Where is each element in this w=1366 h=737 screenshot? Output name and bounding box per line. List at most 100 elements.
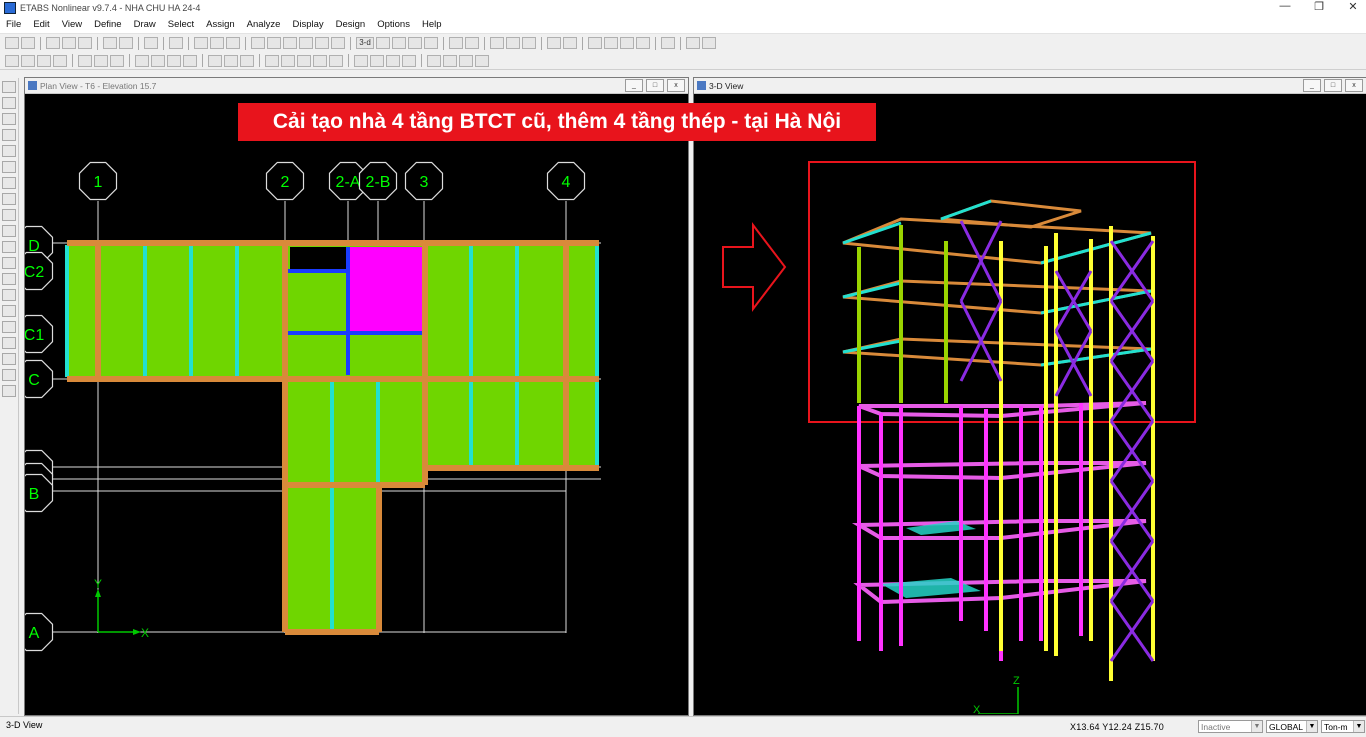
object-shrink-icon[interactable] bbox=[490, 37, 504, 49]
display-options-icon[interactable] bbox=[522, 37, 536, 49]
spandrel-label-icon[interactable] bbox=[167, 54, 181, 67]
frame-load-icon[interactable] bbox=[240, 54, 254, 67]
snap-perp-icon[interactable] bbox=[2, 353, 16, 365]
draw-brace-icon[interactable] bbox=[2, 161, 16, 173]
pier-label-icon[interactable] bbox=[151, 54, 165, 67]
reshape-icon[interactable] bbox=[21, 54, 35, 67]
pane3d-maximize-button[interactable]: □ bbox=[1324, 79, 1342, 92]
draw-dimension-icon[interactable] bbox=[2, 273, 16, 285]
reshape-tool-icon[interactable] bbox=[2, 97, 16, 109]
zoom-fit-icon[interactable] bbox=[331, 37, 345, 49]
plan-view-window[interactable]: Plan View - T6 - Elevation 15.7 _ □ x Y … bbox=[24, 77, 689, 716]
pane3d-minimize-button[interactable]: _ bbox=[1303, 79, 1321, 92]
export-icon[interactable] bbox=[702, 37, 716, 49]
draw-opening-icon[interactable] bbox=[2, 209, 16, 221]
display-loads-icon[interactable] bbox=[297, 54, 311, 67]
draw-area-icon[interactable] bbox=[2, 177, 16, 189]
move-up-icon[interactable] bbox=[449, 37, 463, 49]
zoom-restore-icon[interactable] bbox=[267, 37, 281, 49]
text-icon[interactable] bbox=[265, 54, 279, 67]
table-icon[interactable] bbox=[427, 54, 441, 67]
view3d-canvas[interactable]: Z X bbox=[694, 94, 1366, 714]
lock-icon[interactable] bbox=[169, 37, 183, 49]
minimize-button[interactable]: — bbox=[1278, 0, 1292, 13]
plan-view-icon[interactable] bbox=[376, 37, 390, 49]
draw-section-icon[interactable] bbox=[2, 289, 16, 301]
pane-minimize-button[interactable]: _ bbox=[625, 79, 643, 92]
pane-close-button[interactable]: x bbox=[667, 79, 685, 92]
snap-end-icon[interactable] bbox=[2, 305, 16, 317]
brace-icon[interactable] bbox=[604, 37, 618, 49]
menu-edit[interactable]: Edit bbox=[27, 19, 55, 30]
menu-define[interactable]: Define bbox=[88, 19, 127, 30]
undo-icon[interactable] bbox=[103, 37, 117, 49]
select-all-icon[interactable] bbox=[37, 54, 51, 67]
dimension-icon[interactable] bbox=[281, 54, 295, 67]
menu-select[interactable]: Select bbox=[162, 19, 200, 30]
refresh-icon[interactable] bbox=[226, 37, 240, 49]
frame-release-icon[interactable] bbox=[135, 54, 149, 67]
zoom-in-icon[interactable] bbox=[283, 37, 297, 49]
frame-icon[interactable] bbox=[588, 37, 602, 49]
open-file-icon[interactable] bbox=[21, 37, 35, 49]
pane-maximize-button[interactable]: □ bbox=[646, 79, 664, 92]
pointer-icon[interactable] bbox=[210, 37, 224, 49]
zoom-window-icon[interactable] bbox=[251, 37, 265, 49]
restore-button[interactable]: ❐ bbox=[1312, 0, 1326, 13]
run-analysis-icon[interactable] bbox=[194, 37, 208, 49]
draw-column-icon[interactable] bbox=[2, 145, 16, 157]
deselect-icon[interactable] bbox=[53, 54, 67, 67]
composite-design-icon[interactable] bbox=[386, 54, 400, 67]
set-elements-icon[interactable] bbox=[506, 37, 520, 49]
wall-design-icon[interactable] bbox=[402, 54, 416, 67]
snap-mid-icon[interactable] bbox=[2, 321, 16, 333]
print-icon[interactable] bbox=[62, 37, 76, 49]
plan-view-canvas[interactable]: Y X 122-A2-B34 DC2C1CB2B1BA bbox=[25, 94, 688, 714]
move-down-icon[interactable] bbox=[465, 37, 479, 49]
snap-icon[interactable] bbox=[547, 37, 561, 49]
animate-icon[interactable] bbox=[459, 54, 473, 67]
wall-icon[interactable] bbox=[620, 37, 634, 49]
forces-icon[interactable] bbox=[329, 54, 343, 67]
state-select[interactable]: Inactive ▼ bbox=[1198, 720, 1263, 733]
draw-rect-icon[interactable] bbox=[2, 225, 16, 237]
menu-view[interactable]: View bbox=[56, 19, 88, 30]
save-icon[interactable] bbox=[46, 37, 60, 49]
view3d-window[interactable]: 3-D View _ □ x Z X bbox=[693, 77, 1366, 716]
menu-help[interactable]: Help bbox=[416, 19, 448, 30]
draw-wall-icon[interactable] bbox=[2, 193, 16, 205]
lightning-icon[interactable] bbox=[661, 37, 675, 49]
assign-section-icon[interactable] bbox=[94, 54, 108, 67]
snap-options-icon[interactable] bbox=[563, 37, 577, 49]
report-icon[interactable] bbox=[686, 37, 700, 49]
zoom-out-icon[interactable] bbox=[299, 37, 313, 49]
coord-system-select[interactable]: GLOBAL ▼ bbox=[1266, 720, 1318, 733]
pane3d-close-button[interactable]: x bbox=[1345, 79, 1363, 92]
rotate-icon[interactable] bbox=[408, 37, 422, 49]
draw-line-icon[interactable] bbox=[2, 113, 16, 125]
menu-design[interactable]: Design bbox=[330, 19, 372, 30]
joint-load-icon[interactable] bbox=[224, 54, 238, 67]
snap-grid-icon[interactable] bbox=[2, 369, 16, 381]
steel-design-icon[interactable] bbox=[354, 54, 368, 67]
mesh-icon[interactable] bbox=[183, 54, 197, 67]
pointer-tool-icon[interactable] bbox=[2, 81, 16, 93]
view-3d-button[interactable]: 3-d bbox=[356, 37, 374, 49]
snap-intersect-icon[interactable] bbox=[2, 337, 16, 349]
draw-point-icon[interactable] bbox=[2, 257, 16, 269]
redo-icon[interactable] bbox=[119, 37, 133, 49]
settings-icon[interactable] bbox=[475, 54, 489, 67]
column-icon[interactable] bbox=[208, 54, 222, 67]
diaphragm-icon[interactable] bbox=[110, 54, 124, 67]
concrete-design-icon[interactable] bbox=[370, 54, 384, 67]
menu-file[interactable]: File bbox=[0, 19, 27, 30]
pencil-icon[interactable] bbox=[144, 37, 158, 49]
menu-analyze[interactable]: Analyze bbox=[241, 19, 287, 30]
draw-beam-icon[interactable] bbox=[2, 129, 16, 141]
show-tables-icon[interactable] bbox=[443, 54, 457, 67]
print-preview-icon[interactable] bbox=[78, 37, 92, 49]
menu-assign[interactable]: Assign bbox=[200, 19, 241, 30]
pan-icon[interactable] bbox=[315, 37, 329, 49]
menu-options[interactable]: Options bbox=[371, 19, 416, 30]
perspective-icon[interactable] bbox=[424, 37, 438, 49]
